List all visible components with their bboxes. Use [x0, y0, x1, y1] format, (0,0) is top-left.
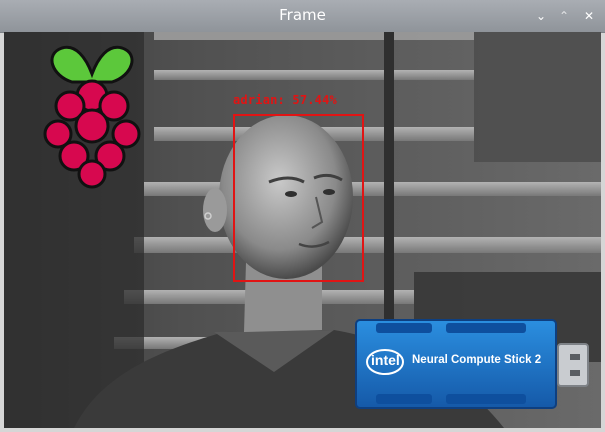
window-title: Frame [279, 6, 326, 24]
device-brand: intel [371, 352, 400, 368]
face-detection-box [233, 114, 364, 282]
device-name: Neural Compute Stick 2 [412, 354, 542, 366]
close-button[interactable]: ✕ [581, 8, 597, 24]
video-frame: adrian: 57.44% intel Neural Compute Stic… [4, 32, 601, 428]
title-bar[interactable]: Frame ⌄ ⌃ ✕ [0, 0, 605, 33]
app-window: Frame ⌄ ⌃ ✕ adrian: 57.44% intel Neural … [0, 0, 605, 432]
minimize-button[interactable]: ⌄ [533, 8, 549, 24]
maximize-button[interactable]: ⌃ [556, 8, 572, 24]
detection-label: adrian: 57.44% [233, 93, 337, 107]
